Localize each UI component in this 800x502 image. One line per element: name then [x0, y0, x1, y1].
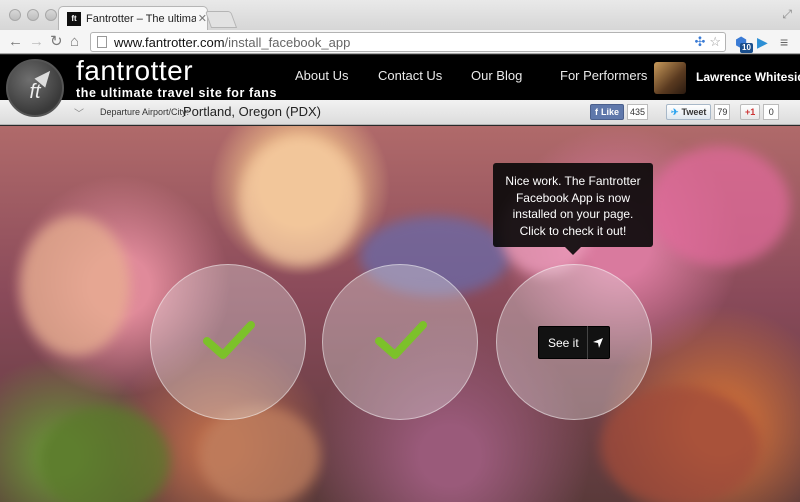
- tweet-label: Tweet: [681, 107, 707, 117]
- tweet-count: 79: [714, 104, 731, 120]
- twitter-icon: ✈: [671, 106, 679, 117]
- install-success-tooltip: Nice work. The Fantrotter Facebook App i…: [493, 163, 653, 255]
- home-icon[interactable]: ⌂: [70, 33, 79, 51]
- extension-badge: 10: [740, 43, 753, 53]
- bookmark-star-icon[interactable]: ☆: [709, 34, 721, 50]
- close-window-icon[interactable]: [9, 9, 21, 21]
- nav-about-us[interactable]: About Us: [295, 68, 348, 83]
- crowd-figure: [240, 136, 360, 266]
- extension-arrow-icon[interactable]: ▶: [757, 33, 768, 51]
- forward-icon[interactable]: →: [29, 33, 44, 51]
- tab-title: Fantrotter – The ultimate t: [86, 12, 196, 25]
- fullscreen-icon[interactable]: ⤢: [782, 7, 792, 22]
- departure-label: Departure Airport/City:: [100, 107, 190, 117]
- crowd-figure: [200, 406, 320, 502]
- new-tab-button[interactable]: [204, 11, 238, 28]
- brand-name[interactable]: fantrotter: [76, 56, 193, 86]
- departure-bar: ﹀ Departure Airport/City: Portland, Oreg…: [0, 100, 800, 125]
- browser-toolbar: ← → ↻ ⌂ www.fantrotter.com/install_faceb…: [0, 30, 800, 54]
- google-plus[interactable]: +1 0: [740, 104, 780, 120]
- nav-our-blog[interactable]: Our Blog: [471, 68, 522, 83]
- reload-icon[interactable]: ↻: [50, 33, 63, 51]
- browser-tab-bar: ft Fantrotter – The ultimate t ✕ ⤢: [0, 0, 800, 30]
- twitter-tweet[interactable]: ✈ Tweet 79: [666, 104, 731, 120]
- user-name[interactable]: Lawrence Whiteside: [696, 70, 800, 84]
- tweet-button[interactable]: ✈ Tweet: [666, 104, 712, 120]
- address-bar[interactable]: www.fantrotter.com/install_facebook_app …: [90, 32, 726, 52]
- url-text[interactable]: www.fantrotter.com/install_facebook_app: [114, 35, 350, 50]
- crowd-figure: [600, 386, 760, 502]
- checkmark-icon: [375, 321, 427, 359]
- menu-icon[interactable]: ≡: [780, 33, 788, 51]
- avatar[interactable]: [654, 62, 686, 94]
- google-plus-count: 0: [763, 104, 780, 120]
- departure-value[interactable]: Portland, Oregon (PDX): [183, 104, 321, 119]
- facebook-like-button[interactable]: f Like: [590, 104, 625, 120]
- back-icon[interactable]: ←: [8, 33, 23, 51]
- see-it-button[interactable]: See it: [538, 326, 610, 359]
- crowd-figure: [20, 216, 130, 356]
- facebook-like-label: Like: [601, 107, 620, 117]
- browser-tab[interactable]: ft Fantrotter – The ultimate t ✕: [58, 6, 208, 30]
- zoom-window-icon[interactable]: [45, 9, 57, 21]
- google-plus-button[interactable]: +1: [740, 104, 761, 120]
- url-domain: www.fantrotter.com: [114, 34, 225, 50]
- see-it-label: See it: [548, 335, 579, 350]
- site-header: fantrotter the ultimate travel site for …: [0, 55, 800, 100]
- step-complete-2: [322, 264, 478, 420]
- step-complete-1: [150, 264, 306, 420]
- page-icon: [97, 36, 107, 48]
- facebook-icon: f: [595, 107, 598, 117]
- crowd-figure: [40, 406, 170, 502]
- tagline: the ultimate travel site for fans: [76, 86, 278, 100]
- page-action-icon[interactable]: ✣: [694, 34, 705, 50]
- facebook-like-count: 435: [627, 104, 649, 120]
- nav-for-performers[interactable]: For Performers: [560, 68, 647, 83]
- url-path: /install_facebook_app: [224, 34, 351, 50]
- crowd-figure: [650, 146, 790, 266]
- tab-favicon: ft: [67, 11, 81, 26]
- logo-text: ft: [29, 80, 41, 103]
- minimize-window-icon[interactable]: [27, 9, 39, 21]
- checkmark-icon: [203, 321, 255, 359]
- chevron-down-icon[interactable]: ﹀: [74, 105, 84, 120]
- facebook-like[interactable]: f Like 435: [590, 104, 649, 120]
- nav-contact-us[interactable]: Contact Us: [378, 68, 442, 83]
- navigation-arrow-icon: [588, 337, 609, 349]
- logo[interactable]: ft: [6, 59, 64, 117]
